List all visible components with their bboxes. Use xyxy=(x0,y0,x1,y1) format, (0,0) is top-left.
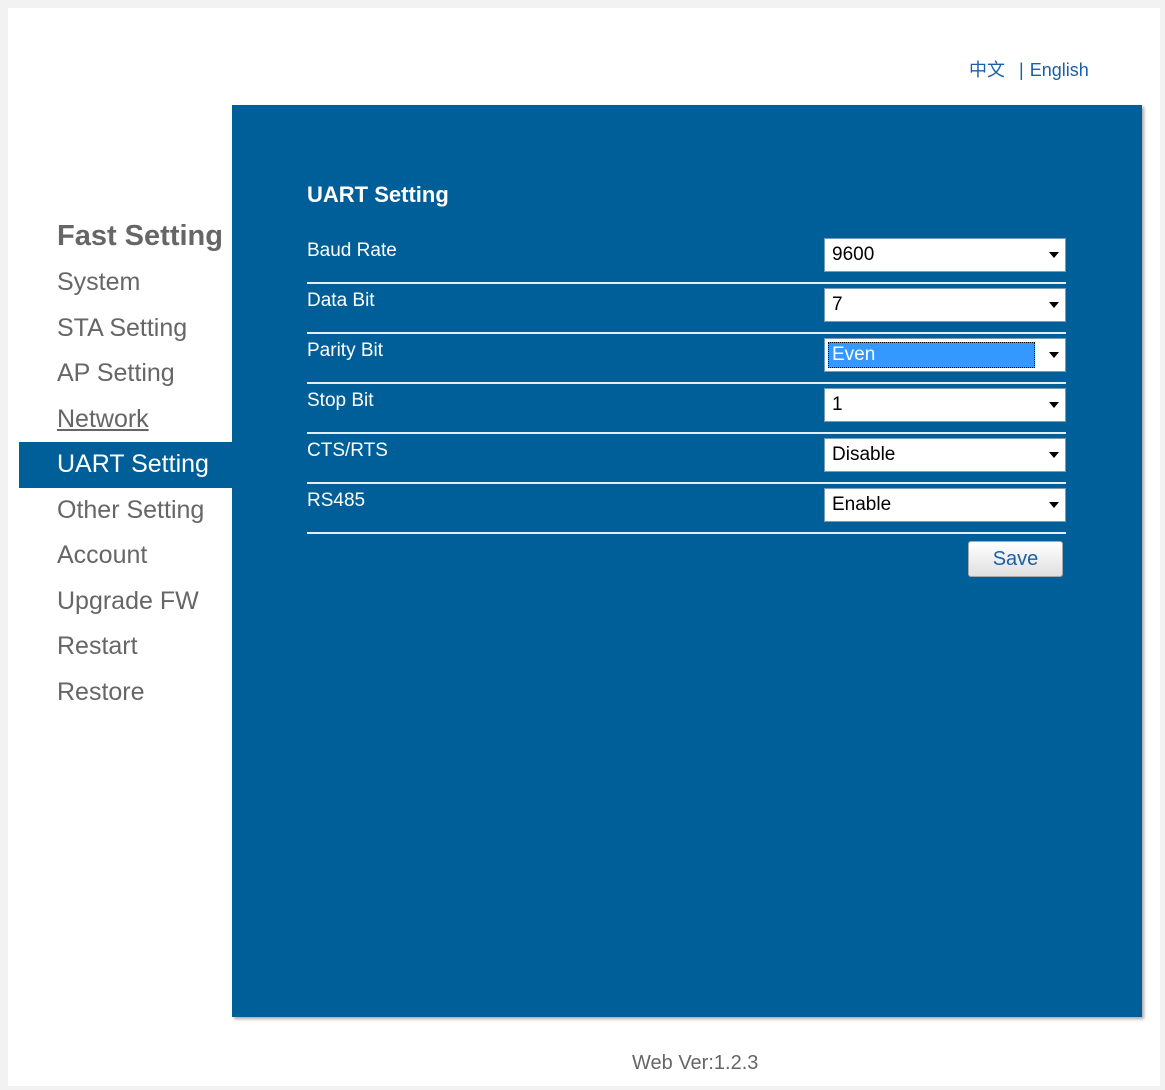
sidebar-item-system[interactable]: System xyxy=(19,260,232,306)
rs485-label: RS485 xyxy=(307,490,366,511)
sidebar: Fast Setting System STA Setting AP Setti… xyxy=(19,216,232,715)
stop-bit-select[interactable]: 1 xyxy=(824,388,1066,422)
sidebar-title[interactable]: Fast Setting xyxy=(19,216,232,256)
stop-bit-value: 1 xyxy=(832,394,843,415)
cts-rts-row: CTS/RTS Disable xyxy=(307,434,1066,484)
sidebar-item-sta-setting[interactable]: STA Setting xyxy=(19,306,232,352)
sidebar-item-label: System xyxy=(57,268,141,296)
data-bit-select[interactable]: 7 xyxy=(824,288,1066,322)
chevron-down-icon xyxy=(1049,402,1059,408)
panel-title: UART Setting xyxy=(307,182,449,207)
sidebar-item-restart[interactable]: Restart xyxy=(19,624,232,670)
sidebar-item-label: STA Setting xyxy=(57,313,188,342)
baud-rate-select[interactable]: 9600 xyxy=(824,238,1066,272)
cts-rts-select[interactable]: Disable xyxy=(824,438,1066,472)
save-button[interactable]: Save xyxy=(968,541,1063,577)
sidebar-item-network[interactable]: Network xyxy=(19,397,232,443)
lang-chinese-link[interactable]: 中文 xyxy=(969,60,1005,80)
parity-bit-value: Even xyxy=(832,344,876,365)
sidebar-item-other-setting[interactable]: Other Setting xyxy=(19,488,232,534)
sidebar-item-label: AP Setting xyxy=(57,359,175,387)
data-bit-row: Data Bit 7 xyxy=(307,284,1066,334)
rs485-row: RS485 Enable xyxy=(307,484,1066,534)
language-switcher: 中文 | English xyxy=(969,56,1089,82)
baud-rate-value: 9600 xyxy=(832,244,875,265)
sidebar-item-label: Account xyxy=(57,541,148,569)
parity-bit-select[interactable]: Even xyxy=(824,338,1066,372)
cts-rts-value: Disable xyxy=(832,444,896,465)
chevron-down-icon xyxy=(1049,302,1059,308)
chevron-down-icon xyxy=(1049,352,1059,358)
chevron-down-icon xyxy=(1049,452,1059,458)
sidebar-item-restore[interactable]: Restore xyxy=(19,670,232,716)
uart-settings-panel: UART Setting Baud Rate 9600 Data Bit 7 P… xyxy=(232,105,1142,1017)
sidebar-item-account[interactable]: Account xyxy=(19,533,232,579)
stop-bit-label: Stop Bit xyxy=(307,390,374,411)
lang-separator: | xyxy=(1019,60,1024,80)
stop-bit-row: Stop Bit 1 xyxy=(307,384,1066,434)
sidebar-item-uart-setting[interactable]: UART Setting xyxy=(19,442,232,488)
baud-rate-row: Baud Rate 9600 xyxy=(307,234,1066,284)
parity-bit-label: Parity Bit xyxy=(307,340,384,361)
chevron-down-icon xyxy=(1049,502,1059,508)
lang-english-link[interactable]: English xyxy=(1030,60,1089,80)
rs485-value: Enable xyxy=(832,494,892,515)
rs485-select[interactable]: Enable xyxy=(824,488,1066,522)
parity-bit-row: Parity Bit Even xyxy=(307,334,1066,384)
sidebar-item-upgrade-fw[interactable]: Upgrade FW xyxy=(19,579,232,625)
sidebar-item-label: Network xyxy=(57,404,149,433)
cts-rts-label: CTS/RTS xyxy=(307,440,388,461)
chevron-down-icon xyxy=(1049,252,1059,258)
data-bit-label: Data Bit xyxy=(307,290,375,311)
sidebar-item-label: Upgrade FW xyxy=(57,586,199,615)
sidebar-item-label: Restore xyxy=(57,677,145,706)
web-version: Web Ver:1.2.3 xyxy=(632,1052,759,1074)
settings-form: Baud Rate 9600 Data Bit 7 Parity Bit Eve… xyxy=(307,234,1066,534)
baud-rate-label: Baud Rate xyxy=(307,240,397,261)
sidebar-item-label: Other Setting xyxy=(57,495,205,524)
data-bit-value: 7 xyxy=(832,294,843,315)
sidebar-item-label: UART Setting xyxy=(57,450,209,478)
sidebar-item-label: Restart xyxy=(57,632,138,660)
sidebar-item-ap-setting[interactable]: AP Setting xyxy=(19,351,232,397)
